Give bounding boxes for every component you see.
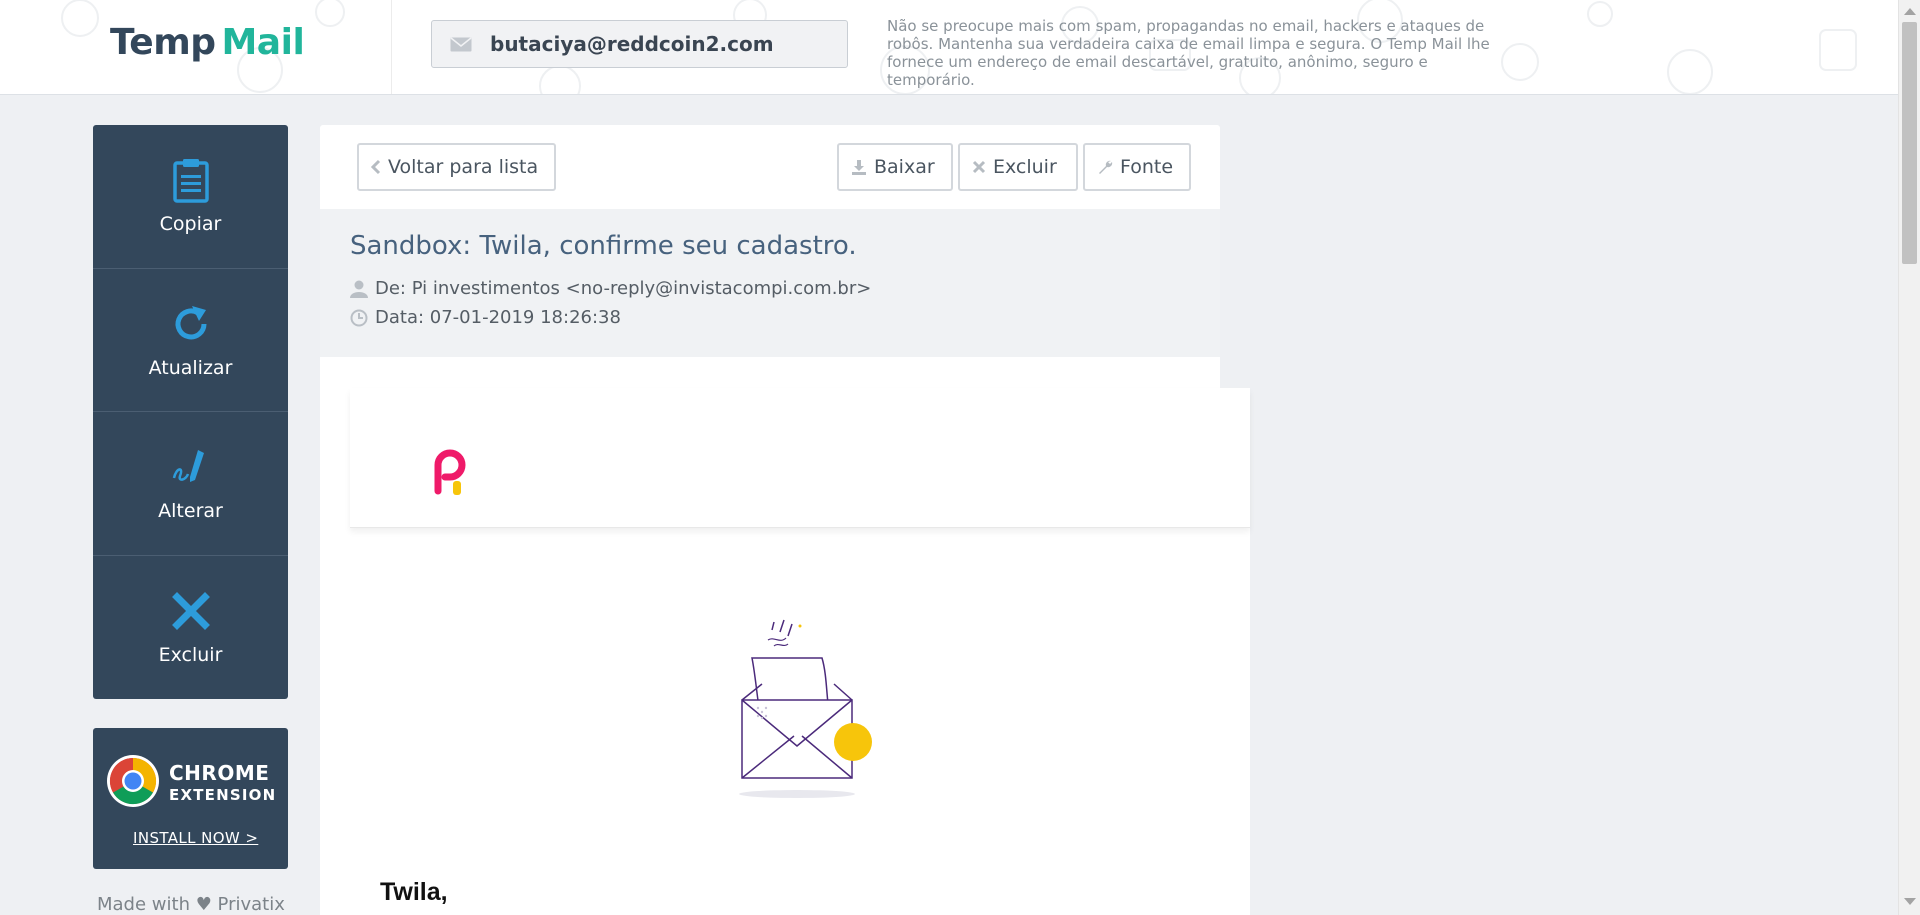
- email-address-text: butaciya@reddcoin2.com: [490, 32, 774, 56]
- message-from-text: De: Pi investimentos <no-reply@invistaco…: [375, 278, 872, 299]
- download-button[interactable]: Baixar: [837, 143, 953, 191]
- user-icon: [350, 280, 368, 298]
- back-to-list-label: Voltar para lista: [388, 156, 539, 178]
- delete-message-button[interactable]: Excluir: [958, 143, 1078, 191]
- sidebar-item-label: Alterar: [158, 500, 223, 523]
- chrome-ad-subtitle: EXTENSION: [169, 786, 277, 804]
- clipboard-icon: [172, 159, 209, 203]
- chevron-left-icon: [371, 159, 381, 175]
- message-subject: Sandbox: Twila, confirme seu cadastro.: [350, 231, 857, 261]
- source-label: Fonte: [1120, 156, 1174, 178]
- download-label: Baixar: [874, 156, 935, 178]
- chrome-ad-title: CHROME: [169, 761, 270, 785]
- scrollbar-thumb[interactable]: [1902, 22, 1917, 264]
- wrench-icon: [1097, 159, 1113, 175]
- email-address-field[interactable]: butaciya@reddcoin2.com: [431, 20, 848, 68]
- header-divider: [391, 0, 392, 94]
- pen-icon: [172, 450, 204, 483]
- email-content: Twila,: [350, 388, 1250, 915]
- envelope-illustration: [739, 619, 872, 798]
- made-with-credit: Made with ♥ Privatix: [97, 894, 285, 915]
- message-date-text: Data: 07-01-2019 18:26:38: [375, 307, 621, 328]
- sidebar-item-refresh[interactable]: Atualizar: [93, 269, 288, 412]
- logo-text-temp: Temp: [110, 22, 216, 63]
- clock-icon: [350, 309, 368, 326]
- page-scrollbar[interactable]: [1898, 0, 1920, 915]
- sidebar-item-label: Copiar: [159, 213, 222, 236]
- sidebar: Copiar Atualizar Alterar Excluir: [93, 125, 288, 699]
- source-button[interactable]: Fonte: [1083, 143, 1191, 191]
- install-now-link[interactable]: INSTALL NOW >: [133, 829, 258, 847]
- sidebar-item-change[interactable]: Alterar: [93, 412, 288, 556]
- back-to-list-button[interactable]: Voltar para lista: [357, 143, 556, 191]
- message-toolbar: Voltar para lista Baixar Excluir Fonte: [320, 125, 1220, 209]
- download-icon: [851, 159, 867, 175]
- message-date: Data: 07-01-2019 18:26:38: [350, 307, 621, 328]
- refresh-icon: [175, 305, 206, 340]
- message-header: Sandbox: Twila, confirme seu cadastro. D…: [320, 209, 1220, 357]
- header-tagline: Não se preocupe mais com spam, propagand…: [887, 17, 1490, 89]
- close-icon: [171, 592, 210, 631]
- chrome-extension-banner[interactable]: CHROME EXTENSION INSTALL NOW >: [93, 728, 288, 869]
- sidebar-item-copy[interactable]: Copiar: [93, 125, 288, 269]
- scroll-up-arrow-icon[interactable]: [1904, 8, 1916, 15]
- close-icon: [972, 160, 986, 174]
- sidebar-item-label: Atualizar: [148, 356, 233, 379]
- pi-logo-icon: [434, 449, 466, 495]
- header: Temp Mail butaciya@reddcoin2.com Não se p…: [0, 0, 1898, 95]
- sidebar-item-delete[interactable]: Excluir: [93, 556, 288, 700]
- sidebar-item-label: Excluir: [158, 644, 223, 667]
- logo[interactable]: Temp Mail: [110, 22, 305, 63]
- scroll-down-arrow-icon[interactable]: [1904, 898, 1916, 905]
- delete-message-label: Excluir: [993, 156, 1057, 178]
- message-from: De: Pi investimentos <no-reply@invistaco…: [350, 278, 871, 299]
- email-banner: [350, 388, 1250, 528]
- chrome-logo-icon: [107, 755, 159, 807]
- logo-text-mail: Mail: [221, 22, 305, 63]
- email-greeting: Twila,: [380, 878, 448, 906]
- envelope-icon: [450, 36, 472, 51]
